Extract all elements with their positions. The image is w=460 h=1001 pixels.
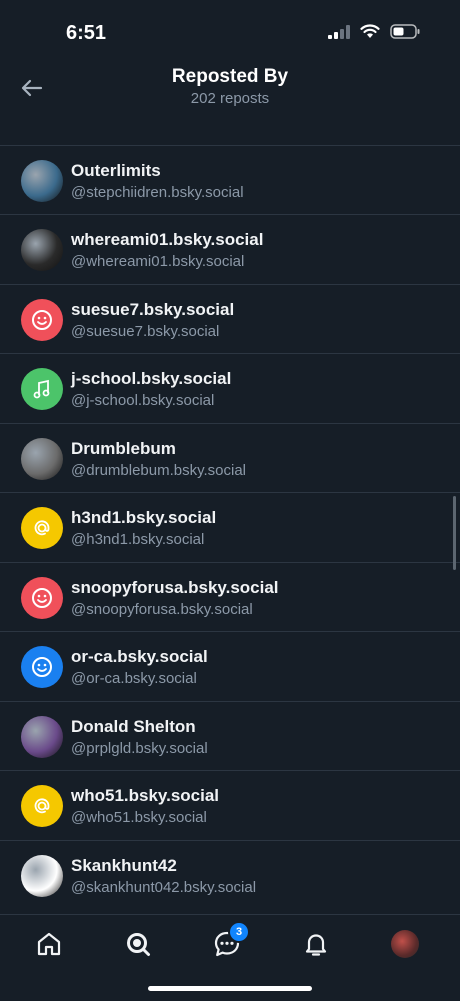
- bell-icon: [305, 934, 327, 956]
- user-handle: @or-ca.bsky.social: [71, 670, 197, 687]
- list-item[interactable]: Drumblebum @drumblebum.bsky.social: [0, 422, 460, 493]
- smiley-icon: [32, 309, 52, 330]
- at-icon: [34, 798, 50, 814]
- tab-search[interactable]: [121, 927, 155, 961]
- user-display-name: whereami01.bsky.social: [71, 230, 264, 249]
- user-handle: @stepchiidren.bsky.social: [71, 183, 244, 201]
- avatar: [21, 159, 63, 202]
- home-indicator: [148, 986, 312, 991]
- page-title: Reposted By: [171, 66, 289, 87]
- at-icon: [34, 520, 50, 536]
- user-handle: @skankhunt042.bsky.social: [71, 878, 257, 896]
- smiley-icon: [32, 657, 52, 677]
- status-time: 6:51: [66, 22, 107, 44]
- avatar: [21, 437, 63, 480]
- list-item[interactable]: suesue7.bsky.social @suesue7.bsky.social: [0, 283, 460, 354]
- list-item[interactable]: Donald Shelton @prplgld.bsky.social: [0, 700, 460, 771]
- user-display-name: h3nd1.bsky.social: [71, 508, 217, 527]
- status-bar: 6:51: [0, 0, 460, 66]
- user-display-name: Outerlimits: [71, 160, 161, 180]
- wifi-icon: [360, 24, 380, 38]
- profile-avatar: [391, 930, 419, 958]
- user-display-name: snoopyforusa.bsky.social: [71, 577, 279, 597]
- user-handle: @snoopyforusa.bsky.social: [71, 600, 253, 618]
- tab-notifications[interactable]: [299, 927, 333, 961]
- avatar: [21, 576, 63, 619]
- list-item[interactable]: Skankhunt42 @skankhunt042.bsky.social: [0, 839, 460, 910]
- status-icons: [328, 24, 420, 39]
- user-handle: @h3nd1.bsky.social: [71, 531, 205, 548]
- list-item[interactable]: @172287.bsky.social: [0, 116, 460, 145]
- user-list: @172287.bsky.social Outerlimits @stepchiid…: [0, 116, 460, 914]
- list-item[interactable]: j-school.bsky.social @j-school.bsky.socia…: [0, 353, 460, 423]
- user-display-name: Donald Shelton: [71, 716, 196, 736]
- user-handle: @who51.bsky.social: [71, 809, 207, 826]
- avatar: [21, 368, 63, 410]
- avatar: [21, 854, 63, 897]
- list-item[interactable]: or-ca.bsky.social @or-ca.bsky.social: [0, 631, 460, 701]
- signal-icon: [328, 24, 350, 39]
- user-handle: @whereami01.bsky.social: [71, 253, 245, 270]
- user-display-name: j-school.bsky.social: [71, 369, 232, 388]
- header: Reposted By 202 reposts: [0, 60, 460, 116]
- list-item[interactable]: who51.bsky.social @who51.bsky.social: [0, 770, 460, 840]
- search-icon: [127, 933, 150, 956]
- home-icon: [37, 932, 61, 956]
- page-subtitle: 202 reposts: [190, 90, 270, 107]
- smiley-icon: [32, 587, 52, 608]
- user-handle: @drumblebum.bsky.social: [71, 461, 247, 479]
- music-note-icon: [33, 379, 50, 399]
- list-item[interactable]: h3nd1.bsky.social @h3nd1.bsky.social: [0, 492, 460, 562]
- avatar: [21, 646, 63, 688]
- avatar: [21, 507, 63, 549]
- tab-profile[interactable]: [388, 927, 422, 961]
- chat-badge: 3: [228, 921, 250, 943]
- user-display-name: or-ca.bsky.social: [71, 647, 208, 666]
- tab-home[interactable]: [32, 927, 66, 961]
- user-display-name: Skankhunt42: [71, 855, 177, 875]
- user-handle: @j-school.bsky.social: [71, 392, 215, 409]
- avatar: [21, 298, 63, 341]
- battery-icon: [390, 24, 420, 39]
- list-item[interactable]: snoopyforusa.bsky.social @snoopyforusa.bs…: [0, 561, 460, 632]
- user-display-name: suesue7.bsky.social: [71, 299, 235, 319]
- user-display-name: who51.bsky.social: [71, 786, 220, 805]
- avatar: [21, 785, 63, 827]
- user-handle: @suesue7.bsky.social: [71, 322, 220, 340]
- user-display-name: Drumblebum: [71, 438, 176, 458]
- avatar: [21, 229, 63, 271]
- tab-chat[interactable]: 3: [210, 921, 250, 961]
- list-item[interactable]: whereami01.bsky.social @whereami01.bsky.s…: [0, 214, 460, 284]
- scrollbar[interactable]: [453, 496, 456, 570]
- user-handle: @prplgld.bsky.social: [71, 739, 208, 757]
- list-item[interactable]: Outerlimits @stepchiidren.bsky.social: [0, 144, 460, 215]
- avatar: [21, 715, 63, 758]
